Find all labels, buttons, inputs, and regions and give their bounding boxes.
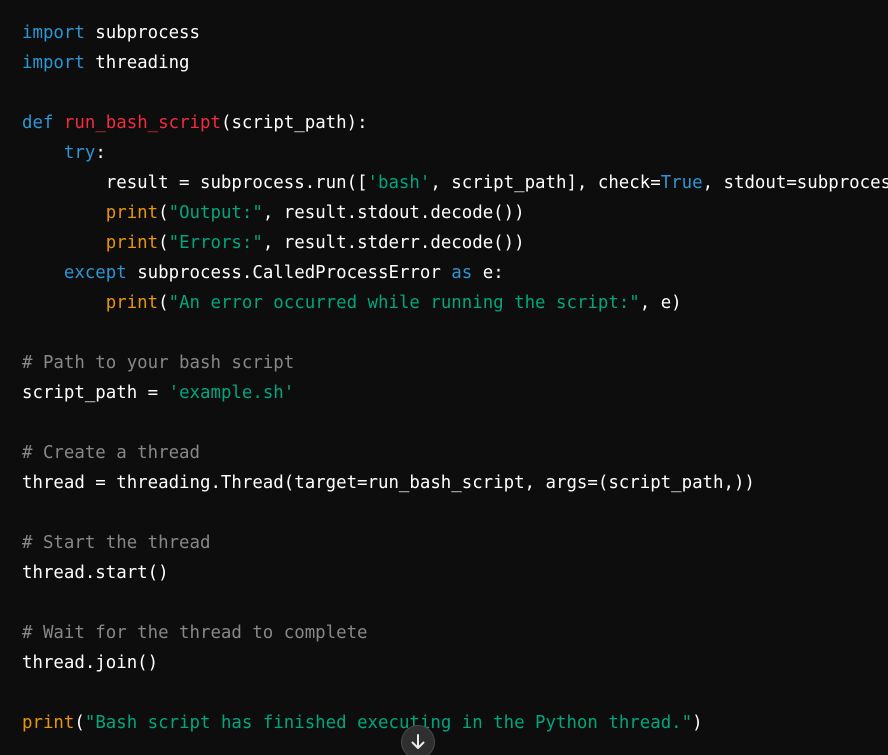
code-token: 'example.sh' [168,383,295,403]
code-token: True [660,173,703,193]
code-token: import [22,53,85,73]
code-token: ( [158,203,169,223]
code-token: run_bash_script [63,113,221,133]
code-token: ( [158,233,169,253]
arrow-down-icon [410,733,426,751]
code-token: , stdout=subprocess.PIPE, stderr=subproc… [702,173,888,193]
code-token: (script_path): [220,113,368,133]
code-line: import threading [22,48,888,78]
code-line: # Start the thread [22,528,888,558]
code-token: subprocess [84,23,200,43]
code-line: print("Errors:", result.stderr.decode()) [22,228,888,258]
code-token: : [95,143,106,163]
code-line: print("An error occurred while running t… [22,288,888,318]
code-token: threading [84,53,190,73]
code-token: "Errors:" [168,233,263,253]
code-token: e: [472,263,504,283]
code-line: script_path = 'example.sh' [22,378,888,408]
code-token: ( [158,293,169,313]
code-token: thread.join() [22,653,159,673]
code-token: print [105,293,159,313]
code-block: import subprocess import threading def run… [0,0,888,755]
code-line: print("Bash script has finished executin… [22,708,888,738]
code-line: thread.join() [22,648,888,678]
code-token: # Path to your bash script [22,353,295,373]
code-line: # Path to your bash script [22,348,888,378]
code-token: except [63,263,127,283]
code-token: # Start the thread [22,533,211,553]
code-line: def run_bash_script(script_path): [22,108,888,138]
code-token: "Bash script has finished executing in t… [84,713,693,733]
code-line: result = subprocess.run(['bash', script_… [22,168,888,198]
code-content: import subprocess import threading def run… [22,18,888,738]
code-token: def [22,113,54,133]
code-token: print [105,233,159,253]
code-token: script_path = [22,383,169,403]
code-token: # Create a thread [22,443,200,463]
code-line: # Wait for the thread to complete [22,618,888,648]
code-token: ) [692,713,703,733]
code-line: thread = threading.Thread(target=run_bas… [22,468,888,498]
code-line: import subprocess [22,18,888,48]
code-token: 'bash' [367,173,431,193]
code-token: "An error occurred while running the scr… [168,293,640,313]
scroll-to-bottom-button[interactable] [401,725,435,755]
code-line: print("Output:", result.stdout.decode()) [22,198,888,228]
code-token: result = subprocess.run([ [22,173,368,193]
code-token: import [22,23,85,43]
code-line: # Create a thread [22,438,888,468]
code-token: , result.stdout.decode()) [262,203,525,223]
code-line: try: [22,138,888,168]
code-token: , e) [639,293,682,313]
code-token: thread.start() [22,563,169,583]
code-token: subprocess.CalledProcessError [126,263,452,283]
code-token: try [63,143,96,163]
code-token: , script_path], check= [430,173,661,193]
code-token: thread = threading.Thread(target=run_bas… [22,473,755,493]
code-token: "Output:" [168,203,263,223]
code-token: , result.stderr.decode()) [262,233,525,253]
code-token: ( [74,713,85,733]
code-token: # Wait for the thread to complete [22,623,368,643]
code-line: except subprocess.CalledProcessError as … [22,258,888,288]
code-token: print [105,203,159,223]
code-line: thread.start() [22,558,888,588]
code-token: print [22,713,75,733]
code-token: as [451,263,473,283]
